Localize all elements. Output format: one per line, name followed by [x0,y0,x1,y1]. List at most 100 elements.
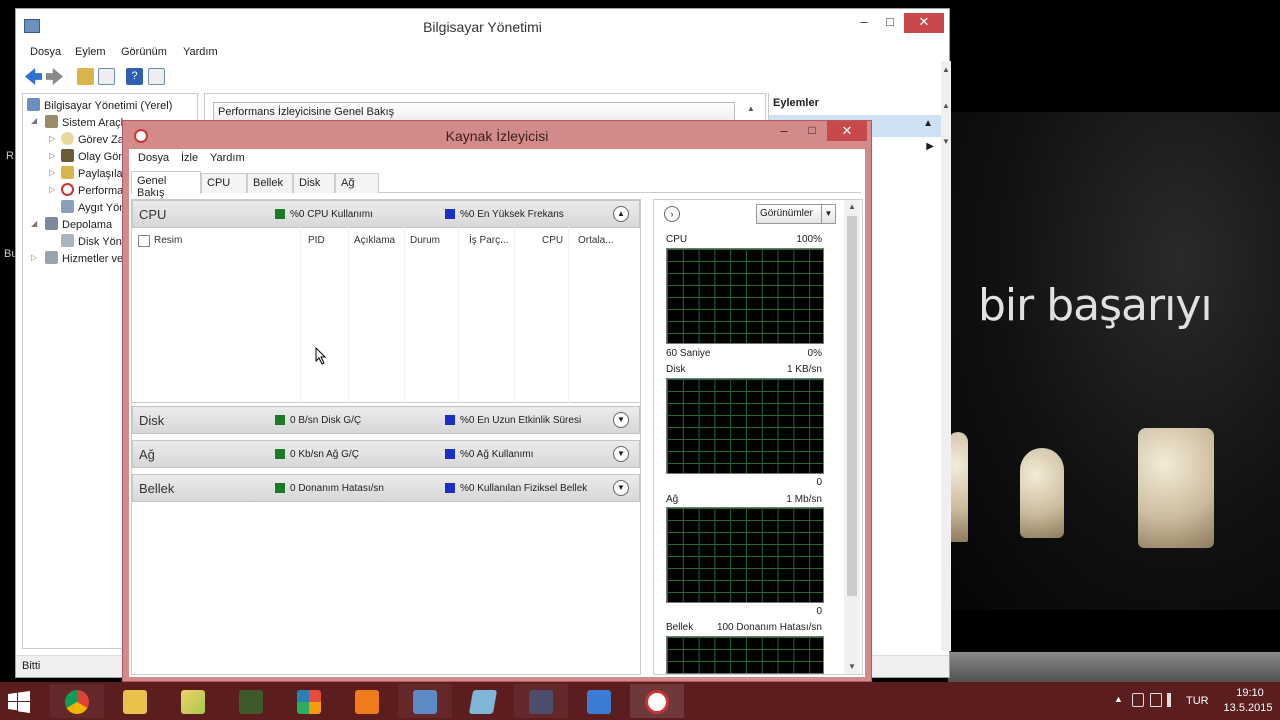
tab-network[interactable]: Ağ [335,173,379,193]
tree-disk-management[interactable]: Disk Yön [61,234,122,248]
disk-icon [61,234,74,247]
expand-chevron-icon[interactable]: ▼ [613,446,629,462]
taskbar-chrome[interactable] [50,684,104,718]
taskbar-office[interactable] [282,684,336,718]
taskbar-media-player[interactable] [340,684,394,718]
tab-disk[interactable]: Disk [293,173,335,193]
action-center-flag-icon[interactable] [1150,693,1162,707]
scroll-up-arrow-icon[interactable]: ▲ [848,202,856,211]
vertical-scrollbar[interactable]: ▲ ▲ ▼ [941,61,951,651]
tree-event-viewer[interactable]: Olay Gör [61,149,122,163]
expand-triangle-icon[interactable]: ▷ [49,151,55,160]
expand-triangle-icon[interactable]: ▷ [49,168,55,177]
expand-triangle-icon[interactable]: ▷ [31,253,37,262]
menu-monitor[interactable]: İzle [181,152,198,164]
performance-icon [61,183,74,196]
expand-triangle-icon[interactable]: ▷ [49,185,55,194]
tree-shared-folders[interactable]: Paylaşıla [61,166,123,180]
scrollbar-thumb[interactable] [847,216,857,596]
column-header-cpu[interactable]: CPU [542,235,563,246]
clock-time[interactable]: 19:10 [1230,687,1270,699]
column-header-status[interactable]: Durum [410,235,440,246]
show-hide-action-pane-icon[interactable] [148,68,165,85]
cpu-max-frequency-label: %0 En Yüksek Frekans [460,209,564,220]
back-arrow-icon[interactable] [25,68,42,85]
menu-help[interactable]: Yardım [210,152,245,164]
expand-chevron-icon[interactable]: ▼ [613,480,629,496]
taskbar-notepad[interactable] [456,684,510,718]
network-icon[interactable] [1132,693,1144,707]
column-header-average-cpu[interactable]: Ortala... [578,235,614,246]
disk-graph-max: 1 KB/sn [786,364,822,375]
taskbar-remote-desktop[interactable] [572,684,626,718]
collapse-triangle-icon[interactable]: ◢ [31,116,37,125]
expand-chevron-icon[interactable]: ▼ [613,412,629,428]
input-language-indicator[interactable]: TUR [1186,695,1209,707]
tab-cpu[interactable]: CPU [201,173,247,193]
taskbar-game[interactable] [514,684,568,718]
taskbar-minecraft[interactable] [224,684,278,718]
column-header-pid[interactable]: PID [308,235,325,246]
column-header-description[interactable]: Açıklama [354,235,395,246]
tab-memory[interactable]: Bellek [247,173,293,193]
select-all-checkbox[interactable] [138,235,150,247]
graphs-scrollbar[interactable]: ▲ ▼ [844,200,860,674]
taskbar-file-explorer[interactable] [108,684,162,718]
show-hide-tree-icon[interactable] [98,68,115,85]
maximize-button[interactable]: □ [799,123,825,141]
collapse-chevron-icon[interactable]: ▲ [613,206,629,222]
title-bar[interactable]: Bilgisayar Yönetimi – □ ✕ [16,9,949,41]
windows-start-icon[interactable] [8,691,30,713]
scroll-up-arrow-icon[interactable]: ▲ [942,65,950,74]
menu-bar: Dosya İzle Yardım [129,149,865,169]
scroll-down-arrow-icon[interactable]: ▼ [942,137,950,146]
menu-file[interactable]: Dosya [30,46,61,58]
scroll-up-arrow-icon[interactable]: ▲ [942,101,950,110]
taskbar-computer-management[interactable] [398,684,452,718]
scroll-up-arrow-icon[interactable]: ▲ [747,104,755,113]
minimize-button[interactable]: – [852,13,876,33]
taskbar-folder[interactable] [166,684,220,718]
collapse-graphs-chevron-icon[interactable]: › [664,206,680,222]
volume-icon[interactable] [1167,693,1179,707]
close-button[interactable]: ✕ [904,13,944,33]
column-header-threads[interactable]: İş Parç... [469,235,508,246]
menu-help[interactable]: Yardım [183,46,218,58]
tree-services-label: Hizmetler ve [62,253,124,265]
menu-file[interactable]: Dosya [138,152,169,164]
minimize-button[interactable]: – [771,123,797,141]
tree-device-manager[interactable]: Aygıt Yön [61,200,125,214]
more-actions-arrow-icon[interactable]: ▶ [926,141,934,152]
taskbar-resource-monitor[interactable] [630,684,684,718]
views-dropdown[interactable]: Görünümler ▼ [756,204,836,224]
tree-performance[interactable]: Performa [61,183,123,197]
memory-graph-title: Bellek [666,622,694,633]
disk-section-header[interactable]: Disk 0 B/sn Disk G/Ç %0 En Uzun Etkinlik… [132,406,640,434]
close-button[interactable]: ✕ [827,121,867,141]
collapse-arrow-icon[interactable]: ▲ [923,118,933,129]
tree-services[interactable]: Hizmetler ve [45,251,123,265]
tab-overview[interactable]: Genel Bakış [131,171,201,199]
collapse-triangle-icon[interactable]: ◢ [31,219,37,228]
network-section-header[interactable]: Ağ 0 Kb/sn Ağ G/Ç %0 Ağ Kullanımı ▼ [132,440,640,468]
help-icon[interactable]: ? [126,68,143,85]
window-title: Kaynak İzleyicisi [445,128,549,144]
show-hidden-icons-chevron-icon[interactable]: ▲ [1114,694,1123,704]
tree-storage[interactable]: Depolama [45,217,112,231]
tree-root[interactable]: Bilgisayar Yönetimi (Yerel) [27,98,172,112]
computer-management-icon [413,690,437,714]
tree-task-scheduler[interactable]: Görev Za [61,132,124,146]
column-header-image[interactable]: Resim [154,235,182,246]
expand-triangle-icon[interactable]: ▷ [49,134,55,143]
cpu-section-header[interactable]: CPU %0 CPU Kullanımı %0 En Yüksek Frekan… [132,200,640,228]
chess-pawn [1020,448,1064,538]
office-grid-icon [297,690,321,714]
clock-date[interactable]: 13.5.2015 [1218,702,1278,714]
menu-action[interactable]: Eylem [75,46,106,58]
menu-view[interactable]: Görünüm [121,46,167,58]
up-folder-icon[interactable] [77,68,94,85]
memory-section-header[interactable]: Bellek 0 Donanım Hatası/sn %0 Kullanılan… [132,474,640,502]
forward-arrow-icon[interactable] [46,68,63,85]
scroll-down-arrow-icon[interactable]: ▼ [848,662,856,671]
maximize-button[interactable]: □ [878,13,902,33]
